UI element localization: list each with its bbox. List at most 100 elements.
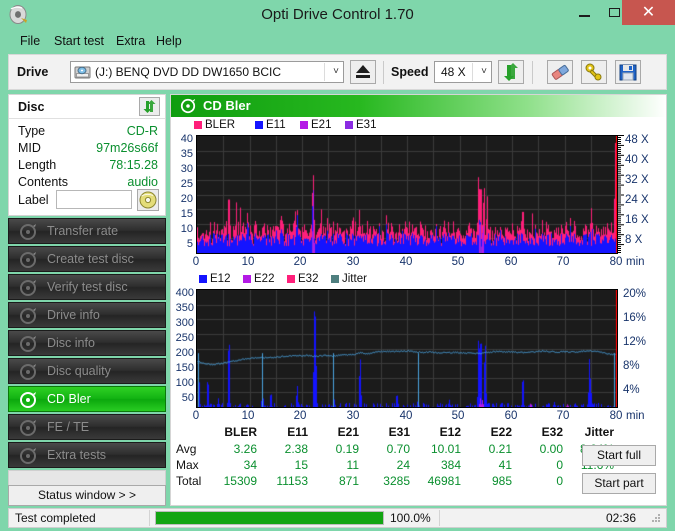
menu-start-test[interactable]: Start test [48, 30, 110, 52]
disc-row-key: Contents [18, 175, 69, 189]
table-cell: 15 [294, 458, 308, 472]
legend-e11: E11 [255, 119, 286, 132]
sidebar-item-label: Transfer rate [47, 224, 119, 238]
table-cell: 384 [440, 458, 461, 472]
menu-file[interactable]: File [14, 30, 46, 52]
table-cell: 0.70 [386, 442, 410, 456]
sidebar-item-cd-bler[interactable]: CD Bler [8, 386, 166, 412]
refresh-icon [504, 63, 518, 81]
legend-swatch [331, 275, 339, 283]
drive-select[interactable]: (J:) BENQ DVD DD DW1650 BCIC ˅ [70, 61, 344, 83]
status-bar: Test completed 100.0% 02:36 [8, 508, 667, 528]
elapsed-time: 02:36 [605, 511, 636, 525]
save-button[interactable] [615, 60, 641, 84]
stats-col-e32: E32 [541, 425, 563, 439]
sidebar-item-disc-quality[interactable]: Disc quality [8, 358, 166, 384]
e12-ytick-400: 400 [175, 287, 194, 299]
nav-filler [8, 470, 166, 486]
jitter-tick-8: 8% [623, 360, 640, 372]
table-cell: 0 [556, 474, 563, 488]
disc-test-icon [180, 98, 196, 114]
disc-row-value: CD-R [126, 124, 158, 138]
speed-select[interactable]: 48 X ˅ [434, 61, 492, 83]
bler-ytick-35: 35 [180, 148, 193, 160]
stats-row-label-max: Max [176, 458, 199, 472]
eject-button[interactable] [350, 60, 376, 84]
bler-ytick-25: 25 [180, 178, 193, 190]
save-icon [619, 64, 637, 81]
drive-value: (J:) BENQ DVD DD DW1650 BCIC [95, 65, 282, 79]
bler-speed-tick-48: 48 X [625, 134, 649, 146]
bler-ytick-5: 5 [186, 238, 193, 250]
disc-refresh-button[interactable] [139, 97, 160, 116]
resize-grip[interactable] [652, 514, 662, 524]
bler-chart-legend: BLER E11 E21 E31 [194, 119, 434, 132]
progress-bar [155, 511, 384, 525]
close-button[interactable]: ✕ [622, 0, 675, 25]
menu-extra[interactable]: Extra [110, 30, 151, 52]
table-cell: 46981 [427, 474, 461, 488]
legend-e21: E21 [300, 119, 331, 132]
start-full-button[interactable]: Start full [582, 445, 656, 466]
bler-speed-tick-32: 32 X [625, 174, 649, 186]
chevron-down-icon: ˅ [481, 66, 487, 77]
disc-test-icon [19, 363, 37, 381]
bler-right-tickmarks [618, 135, 624, 255]
sidebar-item-create-test-disc[interactable]: Create test disc [8, 246, 166, 272]
refresh-button[interactable] [498, 60, 524, 84]
table-cell: 0 [556, 458, 563, 472]
minimize-button[interactable] [570, 0, 598, 25]
sidebar-item-fe-te[interactable]: FE / TE [8, 414, 166, 440]
drive-icon [74, 64, 91, 83]
bler-ytick-20: 20 [180, 193, 193, 205]
e12-xtick-20: 20 [293, 410, 307, 422]
bler-xtick-20: 20 [293, 256, 307, 268]
progress-fill [156, 512, 383, 524]
bler-speed-tick-16: 16 X [625, 214, 649, 226]
tools-button[interactable] [581, 60, 607, 84]
sidebar-item-verify-test-disc[interactable]: Verify test disc [8, 274, 166, 300]
status-window-button[interactable]: Status window > > [8, 485, 166, 506]
sidebar-item-drive-info[interactable]: Drive info [8, 302, 166, 328]
stats-col-e21: E21 [337, 425, 359, 439]
menu-help[interactable]: Help [150, 30, 188, 52]
erase-button[interactable] [547, 60, 573, 84]
table-cell: 0.00 [539, 442, 563, 456]
sidebar-item-label: FE / TE [47, 420, 90, 434]
label-input[interactable] [56, 190, 132, 209]
stats-col-e22: E22 [490, 425, 512, 439]
e12-xtick-50: 50 [451, 410, 465, 422]
bler-ytick-30: 30 [180, 163, 193, 175]
status-text: Test completed [15, 511, 96, 525]
refresh-icon [143, 100, 156, 113]
bler-xtick-40: 40 [399, 256, 413, 268]
sidebar-item-disc-info[interactable]: Disc info [8, 330, 166, 356]
legend-e31: E31 [345, 119, 376, 132]
start-part-button[interactable]: Start part [582, 473, 656, 494]
bler-xaxis-label: min [626, 256, 645, 268]
e12-xtick-60: 60 [504, 410, 518, 422]
toolbar-divider-2 [532, 61, 533, 84]
bler-xtick-30: 30 [346, 256, 360, 268]
speed-value: 48 X [441, 65, 466, 79]
legend-swatch [300, 121, 308, 129]
stats-col-e12: E12 [439, 425, 461, 439]
e12-ytick-200: 200 [175, 347, 194, 359]
disc-test-icon [19, 251, 37, 269]
table-cell: 3.26 [233, 442, 257, 456]
disc-panel-title: Disc [18, 100, 45, 114]
legend-e32: E32 [287, 273, 318, 286]
title-bar: Opti Drive Control 1.70 ✕ [0, 0, 675, 29]
main-panel: CD Bler BLER E11 E21 E31 40 35 30 25 20 … [170, 94, 667, 506]
sidebar-item-extra-tests[interactable]: Extra tests [8, 442, 166, 468]
disc-label-button[interactable] [137, 189, 159, 211]
table-cell: 0.19 [335, 442, 359, 456]
table-cell: 24 [396, 458, 410, 472]
stats-row-label-avg: Avg [176, 442, 197, 456]
sidebar-item-transfer-rate[interactable]: Transfer rate [8, 218, 166, 244]
e12-plot-area [196, 289, 618, 408]
stats-col-bler: BLER [224, 425, 257, 439]
sidebar-item-label: CD Bler [47, 392, 91, 406]
disc-row-type: Type CD-R [18, 123, 158, 140]
disc-test-icon [19, 447, 37, 465]
